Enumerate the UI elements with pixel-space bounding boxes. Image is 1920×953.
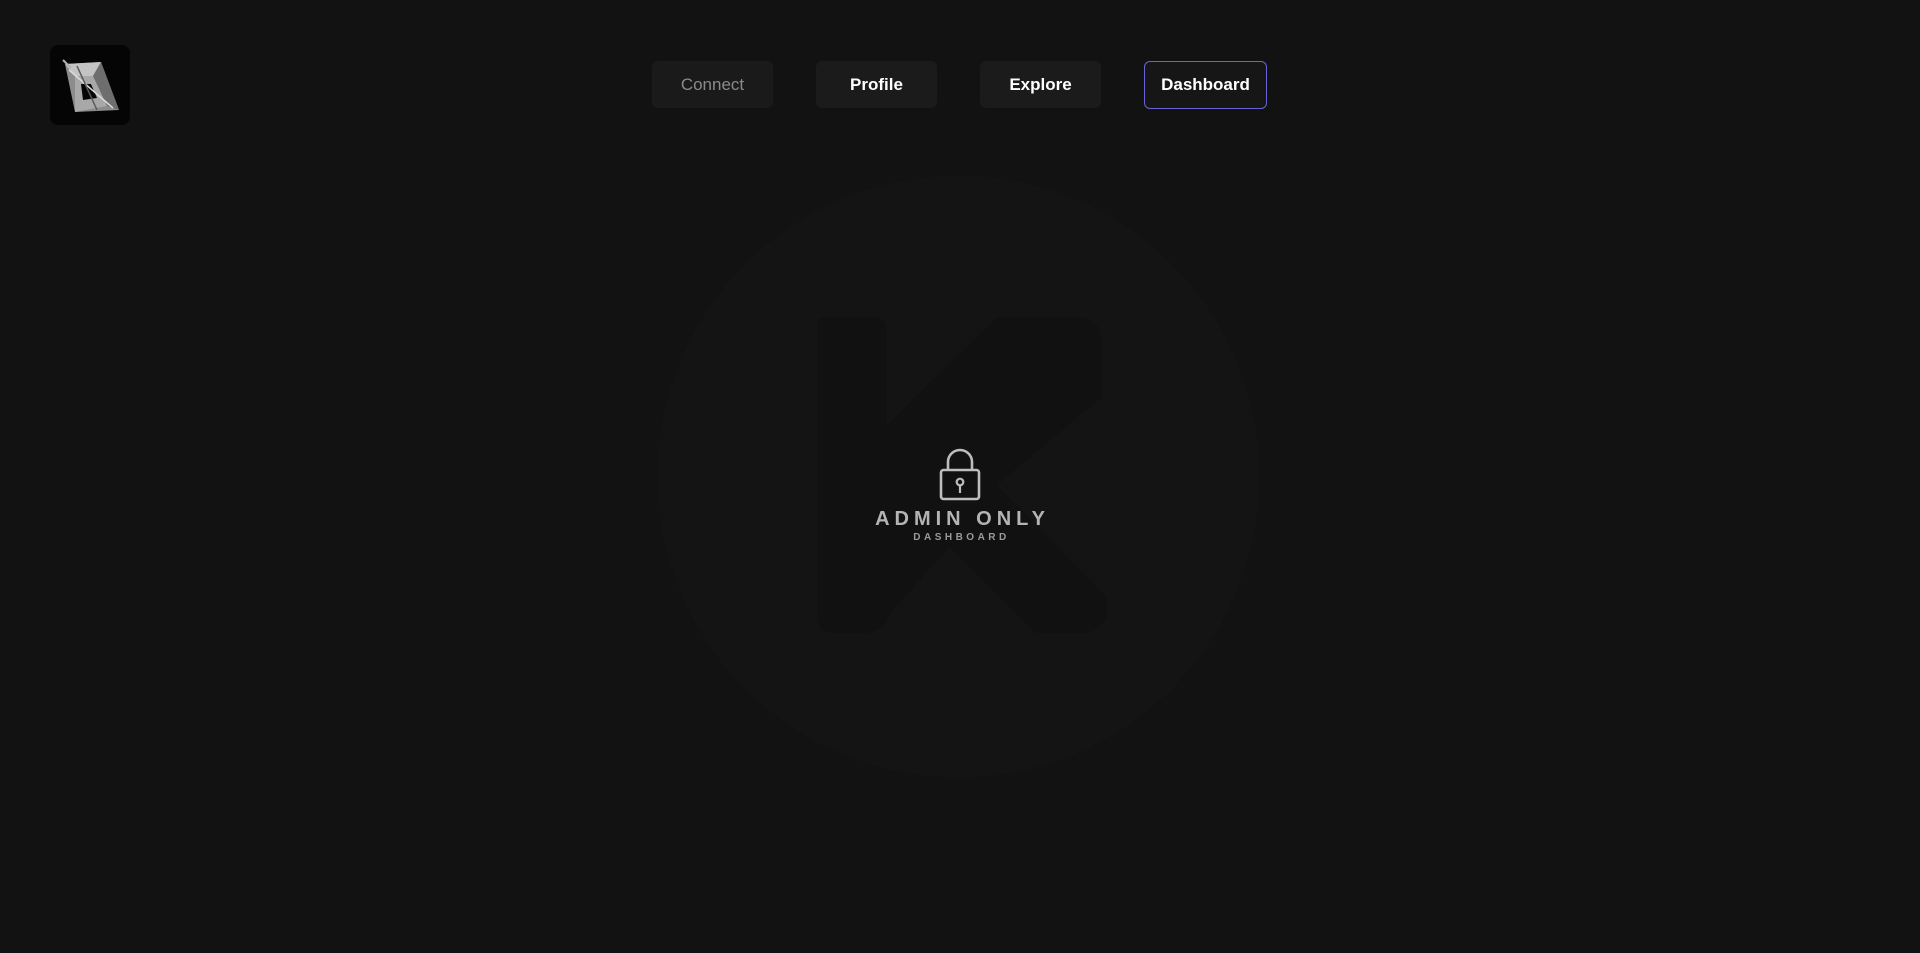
main-nav: Connect Profile Explore Dashboard <box>652 61 1267 109</box>
explore-button[interactable]: Explore <box>980 61 1101 108</box>
connect-button[interactable]: Connect <box>652 61 773 108</box>
admin-only-notice: ADMIN ONLY DASHBOARD <box>860 448 1060 543</box>
lock-icon <box>939 448 981 501</box>
profile-button[interactable]: Profile <box>816 61 937 108</box>
dashboard-subtitle: DASHBOARD <box>913 532 1010 543</box>
triangle-logo-icon <box>62 59 119 112</box>
dashboard-page: Connect Profile Explore Dashboard ADMIN … <box>0 0 1920 953</box>
dashboard-button[interactable]: Dashboard <box>1144 61 1267 109</box>
admin-only-title: ADMIN ONLY <box>875 508 1050 530</box>
app-logo[interactable] <box>50 45 130 125</box>
